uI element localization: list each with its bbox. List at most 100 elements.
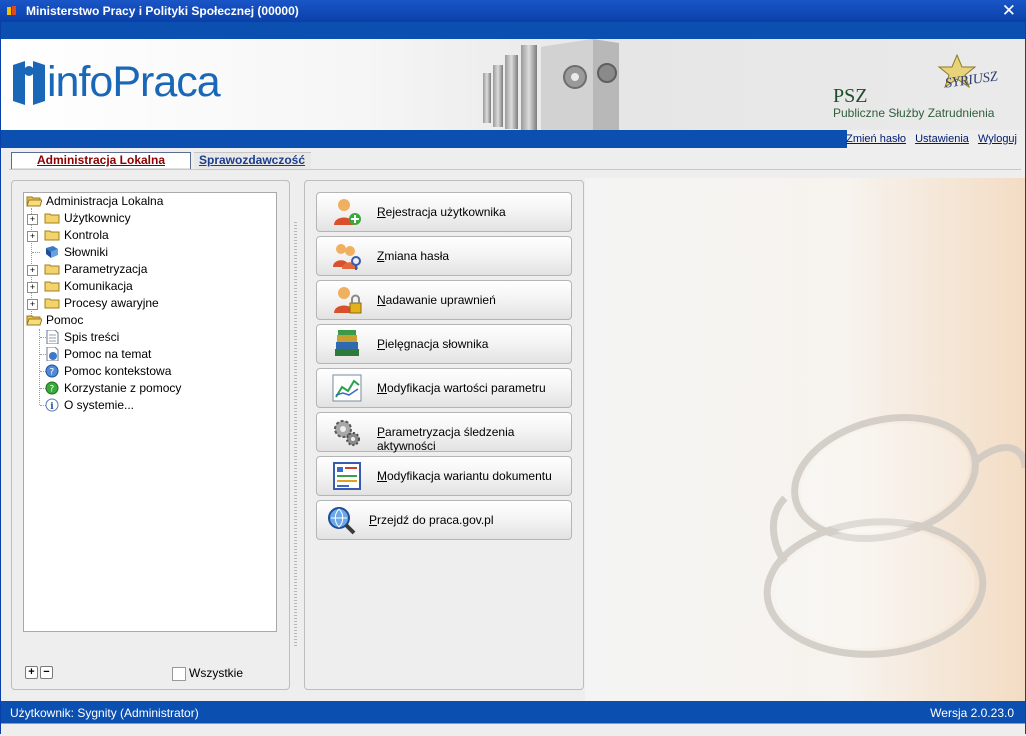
tree-node[interactable]: Pomoc (26, 312, 83, 329)
button-label: Parametryzacja śledzenia aktywności (377, 425, 515, 453)
chart-icon (332, 374, 362, 402)
change-password-button[interactable]: Zmiana hasła (316, 236, 572, 276)
expand-icon[interactable]: + (27, 231, 38, 242)
show-all-checkbox[interactable] (172, 667, 186, 681)
change-password-link[interactable]: Zmień hasło (846, 133, 906, 145)
tree-node-label: Pomoc (46, 313, 84, 327)
tree-node-label: Spis treści (64, 330, 120, 344)
document-form-icon (333, 462, 361, 490)
tree-node[interactable]: Parametryzacja (44, 261, 147, 278)
folder-open-icon (26, 315, 42, 326)
tree-node[interactable]: ? Korzystanie z pomocy (44, 380, 181, 397)
navigation-panel: Administracja Lokalna + Użytkownicy + Ko… (11, 180, 290, 690)
expand-icon[interactable]: + (27, 299, 38, 310)
current-user: Użytkownik: Sygnity (Administrator) (10, 706, 199, 720)
folder-icon (44, 264, 60, 275)
tab-label: Administracja Lokalna (36, 153, 166, 167)
info-icon: i (45, 398, 59, 412)
folder-icon (44, 213, 60, 224)
svg-text:?: ? (50, 384, 55, 394)
tree-node-label: Procesy awaryjne (64, 296, 159, 310)
decorative-background (585, 178, 1025, 701)
user-lock-icon (334, 287, 362, 314)
folder-open-icon (26, 196, 42, 207)
gears-icon (334, 420, 360, 446)
tree-node-label: Użytkownicy (64, 211, 131, 225)
folder-icon (44, 281, 60, 292)
tree-node-label: Słowniki (64, 245, 109, 259)
modify-parameter-button[interactable]: Modyfikacja wartości parametru (316, 368, 572, 408)
header-links: Zmień hasło Ustawienia Wyloguj (1, 129, 1025, 149)
dictionary-maintenance-button[interactable]: Pielęgnacja słownika (316, 324, 572, 364)
button-label: Modyfikacja wartości parametru (377, 381, 546, 395)
logo-text: infoPraca (47, 58, 221, 106)
banner: infoPraca SYRIUSZ PSZ Publiczne Służby Z… (1, 39, 1025, 130)
tab-sprawozdawczosc[interactable]: Sprawozdawczość (194, 152, 311, 169)
tree-node[interactable]: Administracja Lokalna (26, 193, 163, 210)
tree-guide-line (39, 329, 40, 405)
tree-node[interactable]: i O systemie... (44, 397, 134, 414)
tree-node[interactable]: Słowniki (44, 244, 108, 261)
tree-node-label: Pomoc na temat (64, 347, 152, 361)
psz-title: PSZ (833, 85, 868, 107)
tree-node[interactable]: Procesy awaryjne (44, 295, 159, 312)
psz-subtitle: Publiczne Służby Zatrudnienia (833, 106, 995, 120)
tab-label: Sprawozdawczość (199, 153, 306, 167)
window-bottom (0, 723, 1026, 736)
folder-icon (44, 298, 60, 309)
close-icon[interactable]: ✕ (1002, 1, 1016, 21)
tree-node[interactable]: Kontrola (44, 227, 109, 244)
globe-search-icon (328, 507, 356, 535)
panel-splitter[interactable] (294, 222, 297, 646)
green-help-icon: ? (45, 381, 59, 395)
user-add-icon (334, 199, 361, 225)
tree-node[interactable]: Komunikacja (44, 278, 133, 295)
tree-node-label: Komunikacja (64, 279, 133, 293)
title-bar[interactable]: Ministerstwo Pracy i Polityki Społecznej… (0, 0, 1026, 22)
svg-text:?: ? (50, 367, 55, 377)
tree-node-label: Administracja Lokalna (46, 194, 164, 208)
expand-icon[interactable]: + (27, 214, 38, 225)
glasses-illustration (763, 413, 1025, 658)
tree-node[interactable]: ? Pomoc kontekstowa (44, 363, 171, 380)
tree-node[interactable]: Pomoc na temat (44, 346, 151, 363)
app-icon (7, 6, 16, 15)
tree-node-label: Pomoc kontekstowa (64, 364, 172, 378)
help-document-icon (46, 346, 59, 361)
tab-administracja-lokalna[interactable]: Administracja Lokalna (11, 152, 191, 170)
button-label: Nadawanie uprawnień (377, 293, 496, 307)
tree-node[interactable]: Użytkownicy (44, 210, 131, 227)
button-label: Przejdź do praca.gov.pl (369, 513, 494, 527)
infopraca-logo-icon (13, 61, 45, 105)
tab-divider (9, 169, 1021, 170)
navigation-tree[interactable]: Administracja Lokalna + Użytkownicy + Ko… (23, 192, 277, 632)
expand-icon[interactable]: + (27, 282, 38, 293)
grant-permissions-button[interactable]: Nadawanie uprawnień (316, 280, 572, 320)
document-variant-button[interactable]: Modyfikacja wariantu dokumentu (316, 456, 572, 496)
go-to-praca-gov-button[interactable]: Przejdź do praca.gov.pl (316, 500, 572, 540)
collapse-all-button[interactable]: − (40, 666, 53, 679)
header-strip (0, 22, 1026, 39)
button-label: Zmiana hasła (377, 249, 450, 263)
button-label: Rejestracja użytkownika (377, 205, 506, 219)
button-label: Pielęgnacja słownika (377, 337, 489, 351)
help-circle-icon: ? (45, 364, 59, 378)
vault-illustration (483, 39, 619, 130)
register-user-button[interactable]: Rejestracja użytkownika (316, 192, 572, 232)
expand-all-button[interactable]: + (25, 666, 38, 679)
app-version: Wersja 2.0.23.0 (930, 706, 1014, 720)
document-icon (46, 329, 59, 344)
tree-node-label: Kontrola (64, 228, 109, 242)
book-icon (46, 245, 58, 258)
tree-node-label: Korzystanie z pomocy (64, 381, 182, 395)
actions-panel: Rejestracja użytkownika Zmiana hasła Nad… (304, 180, 584, 690)
activity-tracking-button[interactable]: Parametryzacja śledzenia aktywności (316, 412, 572, 453)
books-icon (335, 330, 359, 356)
svg-text:i: i (50, 402, 54, 412)
logout-link[interactable]: Wyloguj (978, 133, 1017, 145)
user-key-icon (333, 244, 361, 270)
status-bar: Użytkownik: Sygnity (Administrator) Wers… (1, 701, 1025, 723)
settings-link[interactable]: Ustawienia (915, 133, 969, 145)
tree-node[interactable]: Spis treści (44, 329, 119, 346)
expand-icon[interactable]: + (27, 265, 38, 276)
